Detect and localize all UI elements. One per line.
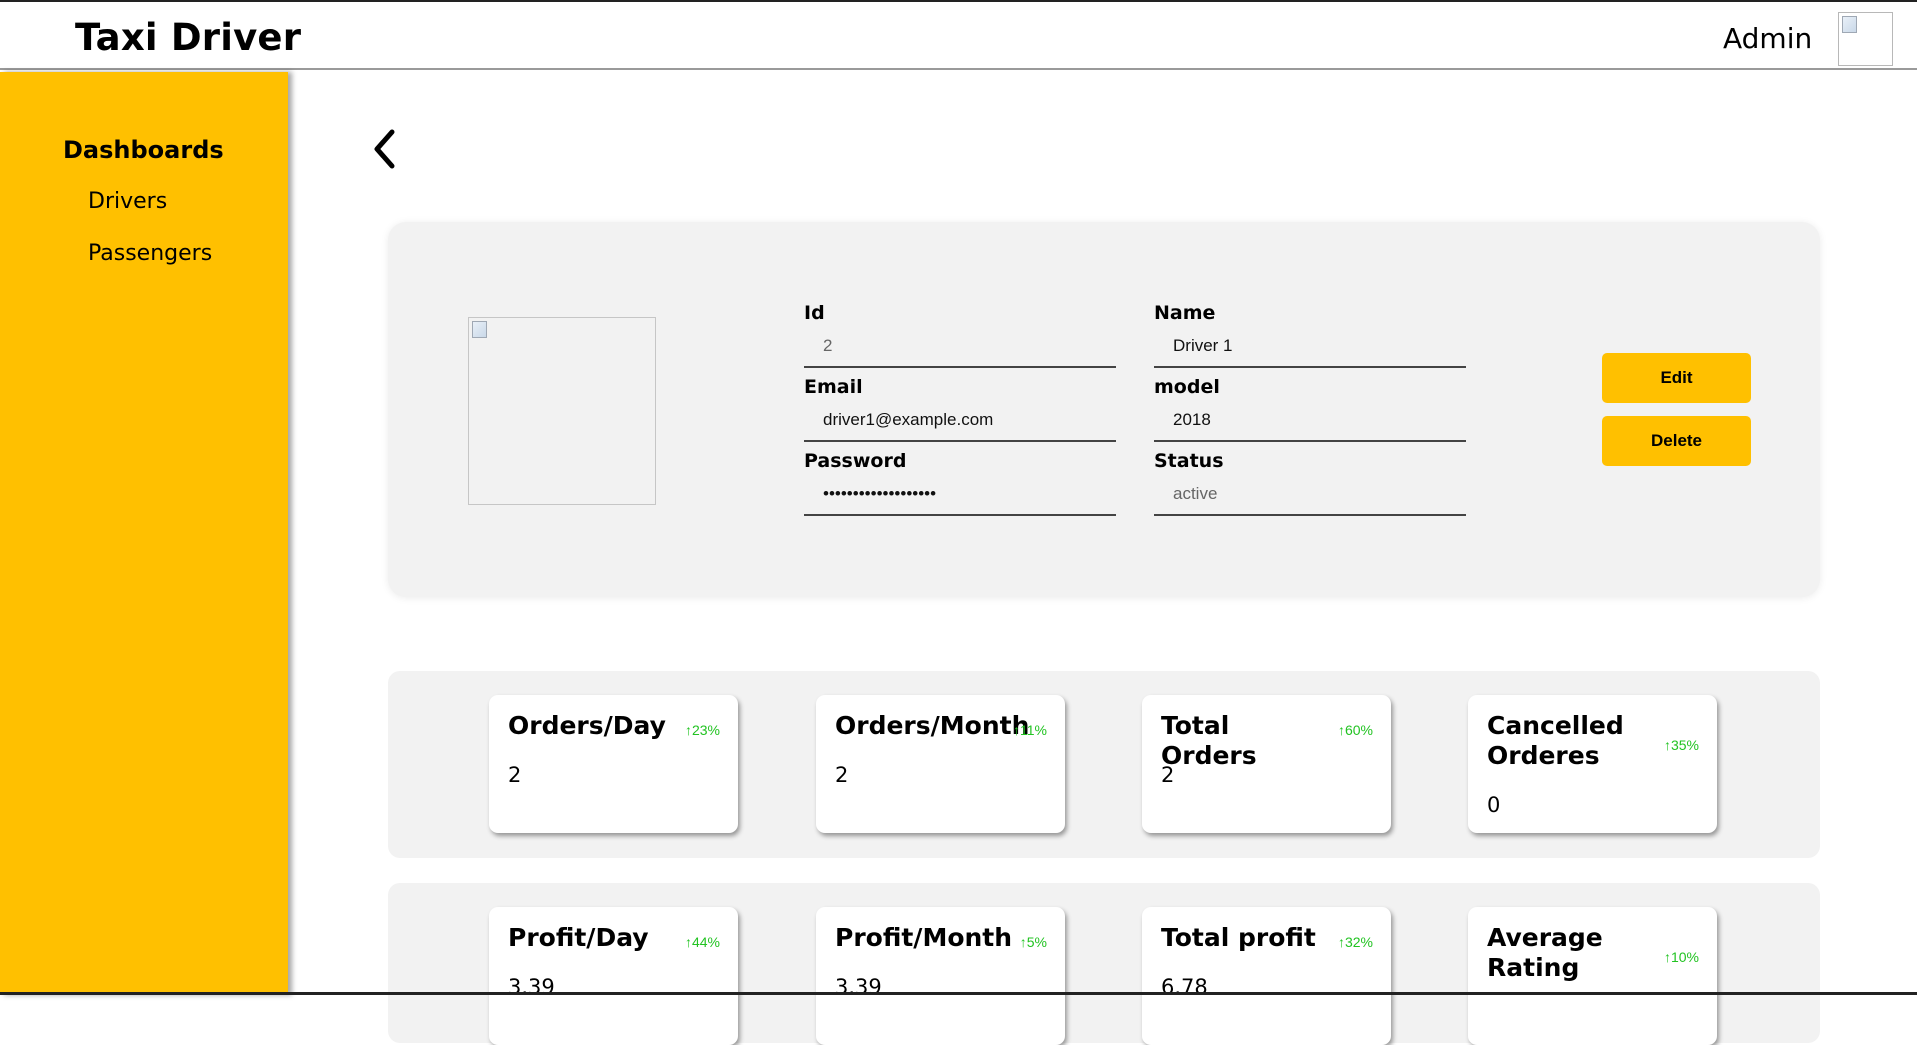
email-value[interactable]: driver1@example.com	[804, 400, 1116, 442]
top-navbar: Taxi Driver Admin	[0, 0, 1917, 70]
name-field: Name Driver 1	[1154, 300, 1466, 368]
stat-title: Cancelled Orderes	[1487, 711, 1624, 770]
stat-title: Total profit	[1161, 923, 1316, 952]
stat-card-cancelled-orders: Cancelled Orderes ↑35% 0	[1468, 695, 1717, 833]
back-button[interactable]	[368, 126, 404, 172]
id-value[interactable]: 2	[804, 326, 1116, 368]
stat-card-profit-month: Profit/Month ↑5% 3.39	[816, 907, 1065, 1045]
stat-change-badge: ↑35%	[1663, 737, 1699, 753]
stat-card-total-orders: Total Orders ↑60% 2	[1142, 695, 1391, 833]
id-label: Id	[804, 302, 825, 324]
stat-change-badge: ↑32%	[1337, 934, 1373, 950]
password-label: Password	[804, 450, 907, 472]
stat-title: Profit/Month	[835, 923, 1013, 952]
stat-value: 2	[1161, 763, 1175, 787]
app-title: Taxi Driver	[75, 16, 302, 59]
stat-value: 3.39	[508, 975, 555, 999]
stat-change-badge: ↑11%	[1013, 722, 1047, 738]
stat-card-average-rating: Average Rating ↑10%	[1468, 907, 1717, 1045]
stat-card-total-profit: Total profit ↑32% 6.78	[1142, 907, 1391, 1045]
sidebar: Dashboards Drivers Passengers	[0, 72, 288, 995]
sidebar-item-drivers[interactable]: Drivers	[88, 189, 167, 214]
stat-title: Orders/Day	[508, 711, 666, 740]
stat-change-badge: ↑10%	[1663, 949, 1699, 965]
name-value[interactable]: Driver 1	[1154, 326, 1466, 368]
stat-title: Orders/Month	[835, 711, 1030, 740]
model-field: model 2018	[1154, 374, 1466, 442]
stat-title: Profit/Day	[508, 923, 649, 952]
stat-value: 3.39	[835, 975, 882, 999]
chevron-left-icon	[374, 129, 395, 169]
user-role-label: Admin	[1723, 22, 1813, 55]
password-field: Password •••••••••••••••••••	[804, 448, 1116, 516]
status-label: Status	[1154, 450, 1224, 472]
avatar-image[interactable]	[1838, 12, 1893, 66]
stat-card-orders-month: Orders/Month ↑11% 2	[816, 695, 1065, 833]
stat-card-orders-day: Orders/Day ↑23% 2	[489, 695, 738, 833]
stat-value: 2	[835, 763, 849, 787]
stat-value: 0	[1487, 793, 1501, 817]
status-field: Status active	[1154, 448, 1466, 516]
edit-button[interactable]: Edit	[1602, 353, 1751, 403]
stat-card-profit-day: Profit/Day ↑44% 3.39	[489, 907, 738, 1045]
id-field: Id 2	[804, 300, 1116, 368]
model-label: model	[1154, 376, 1220, 398]
stat-title: Total Orders	[1161, 711, 1257, 770]
email-label: Email	[804, 376, 863, 398]
sidebar-item-passengers[interactable]: Passengers	[88, 241, 212, 266]
orders-stats-row: Orders/Day ↑23% 2 Orders/Month ↑11% 2 To…	[388, 671, 1820, 858]
stat-change-badge: ↑5%	[1019, 934, 1047, 950]
status-value[interactable]: active	[1154, 474, 1466, 516]
stat-change-badge: ↑44%	[684, 934, 720, 950]
stat-change-badge: ↑23%	[684, 722, 720, 738]
model-value[interactable]: 2018	[1154, 400, 1466, 442]
stat-change-badge: ↑60%	[1337, 722, 1373, 738]
email-field: Email driver1@example.com	[804, 374, 1116, 442]
profit-stats-row: Profit/Day ↑44% 3.39 Profit/Month ↑5% 3.…	[388, 883, 1820, 1045]
delete-button[interactable]: Delete	[1602, 416, 1751, 466]
driver-profile-card: Id 2 Name Driver 1 Email driver1@example…	[388, 222, 1820, 597]
password-value[interactable]: •••••••••••••••••••	[804, 474, 1116, 516]
sidebar-heading-dashboards[interactable]: Dashboards	[63, 136, 224, 164]
name-label: Name	[1154, 302, 1216, 324]
driver-profile-image	[468, 317, 656, 505]
stat-title: Average Rating	[1487, 923, 1603, 982]
stat-value: 2	[508, 763, 522, 787]
stat-value: 6.78	[1161, 975, 1208, 999]
